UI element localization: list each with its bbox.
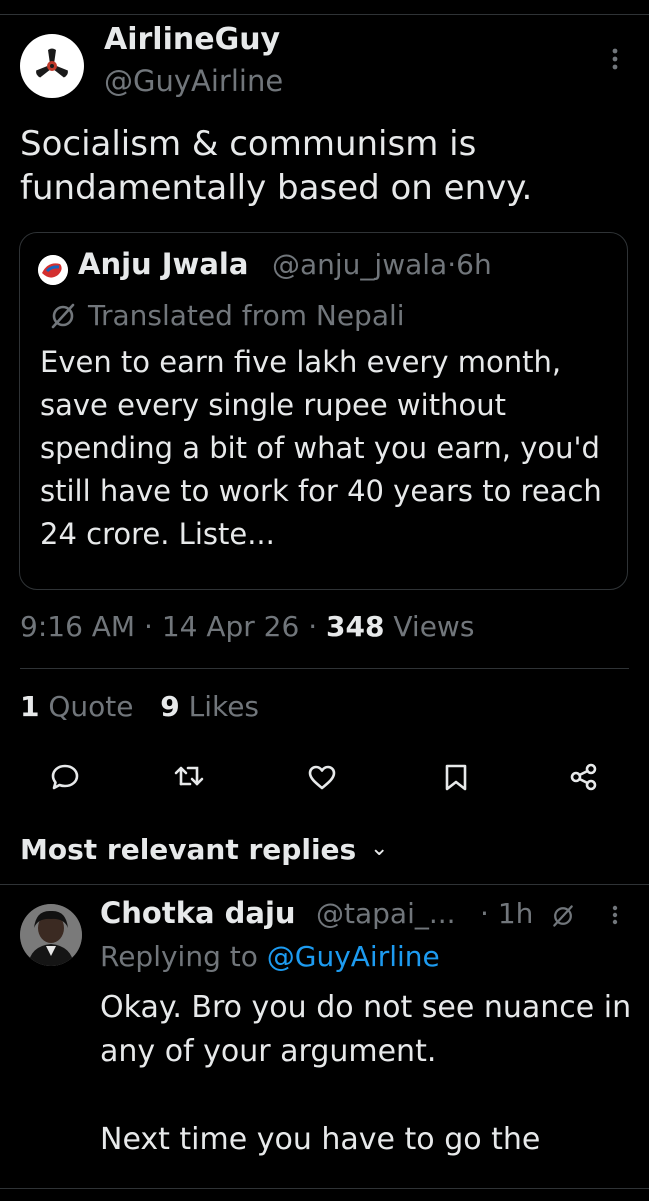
quotes-stat[interactable]: 1 Quote — [20, 690, 134, 723]
reply-age: 1h — [497, 897, 534, 930]
timestamp-separator: · — [144, 610, 153, 643]
replies-sort-dropdown[interactable]: Most relevant replies ⌄ — [20, 833, 388, 866]
reply-meta: · 1h — [480, 897, 533, 930]
translate-icon — [553, 905, 573, 927]
timestamp-time: 9:16 AM — [20, 610, 136, 643]
replying-handle-link[interactable]: @GuyAirline — [267, 940, 440, 973]
chevron-down-icon: ⌄ — [369, 836, 389, 861]
timestamp-separator: · — [308, 610, 318, 643]
quoted-avatar-icon — [38, 255, 68, 285]
reply-author-name[interactable]: Chotka daju — [100, 896, 296, 930]
quote-label: Quote — [48, 690, 134, 723]
quoted-author-handle[interactable]: @anju_jwala — [272, 248, 447, 281]
replying-prefix: Replying to — [100, 940, 258, 973]
views-label: Views — [393, 610, 475, 643]
top-divider — [0, 0, 649, 15]
likes-stat[interactable]: 9 Likes — [160, 690, 259, 723]
like-icon[interactable] — [306, 762, 338, 792]
replying-to: Replying to @GuyAirline — [100, 940, 440, 973]
bookmark-icon[interactable] — [442, 762, 470, 792]
quoted-meta-separator: · — [447, 248, 457, 281]
tweet-text: Socialism & communism is fundamentally b… — [20, 124, 533, 208]
reply-more-options-icon[interactable] — [600, 900, 630, 930]
reply-author-avatar[interactable] — [20, 904, 82, 966]
propeller-logo-icon — [22, 36, 82, 96]
divider — [0, 884, 649, 885]
reply-author-handle[interactable]: @tapai_... — [316, 897, 456, 930]
divider — [20, 668, 629, 669]
reply-icon[interactable] — [50, 762, 80, 792]
reply-meta-separator: · — [480, 897, 489, 930]
author-name[interactable]: AirlineGuy — [104, 22, 280, 57]
author-handle[interactable]: @GuyAirline — [104, 64, 283, 98]
likes-label: Likes — [188, 690, 260, 723]
retweet-icon[interactable] — [173, 762, 205, 792]
tweet-stats: 1 Quote 9 Likes — [20, 690, 259, 723]
bottom-bar — [0, 1188, 649, 1201]
quoted-author-avatar[interactable] — [38, 255, 68, 285]
views-count: 348 — [326, 610, 385, 643]
more-options-icon[interactable] — [600, 44, 630, 74]
quoted-meta: @anju_jwala·6h — [272, 248, 492, 281]
quoted-text: Even to earn five lakh every month, save… — [40, 345, 602, 551]
quoted-tweet-card[interactable]: Anju Jwala @anju_jwala·6h Translated fro… — [19, 232, 628, 590]
quoted-author-name[interactable]: Anju Jwala — [78, 247, 248, 281]
reply-avatar-icon — [20, 904, 82, 966]
replies-sort-label: Most relevant replies — [20, 833, 357, 866]
tweet-timestamp: 9:16 AM · 14 Apr 26 · 348 Views — [20, 610, 474, 643]
reply-text-paragraph: Okay. Bro you do not see nuance in any o… — [100, 990, 632, 1069]
timestamp-date: 14 Apr 26 — [161, 610, 300, 643]
quote-count: 1 — [20, 690, 40, 723]
translated-label[interactable]: Translated from Nepali — [88, 299, 405, 332]
share-icon[interactable] — [568, 762, 600, 792]
translate-icon — [51, 303, 75, 329]
likes-count: 9 — [160, 690, 180, 723]
reply-text: Okay. Bro you do not see nuance in any o… — [100, 986, 640, 1162]
author-avatar[interactable] — [20, 34, 84, 98]
reply-text-paragraph: Next time you have to go the — [100, 1122, 541, 1157]
quoted-age: 6h — [456, 248, 492, 281]
